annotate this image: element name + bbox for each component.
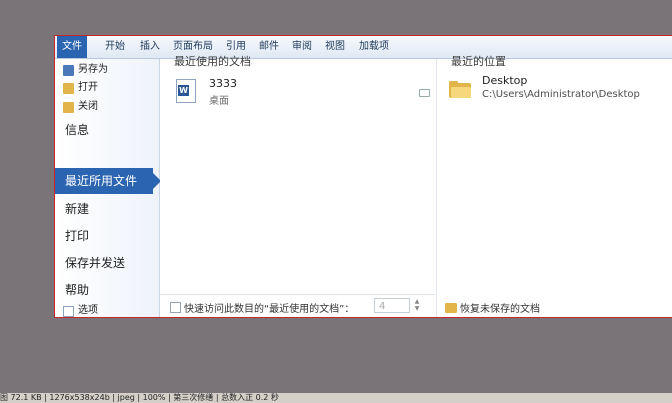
nav-new[interactable]: 新建 [65, 198, 89, 220]
tab-insert[interactable]: 插入 [134, 36, 166, 58]
nav-print[interactable]: 打印 [65, 225, 89, 247]
nav-save-send[interactable]: 保存并发送 [65, 252, 125, 274]
backstage-window: 文件 开始 插入 页面布局 引用 邮件 审阅 视图 加载项 另存为 打开 关闭 … [54, 35, 672, 318]
backstage-nav: 另存为 打开 关闭 信息 最近所用文件 新建 打印 保存并发送 帮助 选项 退出 [55, 59, 161, 317]
image-viewer-status-bar: 图 72.1 KB | 1276x538x24b | jpeg | 100% |… [0, 393, 672, 403]
recover-folder-icon [445, 302, 457, 313]
close-folder-icon [63, 101, 74, 113]
nav-open[interactable]: 打开 [63, 80, 98, 96]
place-path: C:\Users\Administrator\Desktop [482, 89, 640, 100]
pin-icon[interactable] [419, 89, 430, 97]
tab-home[interactable]: 开始 [99, 36, 131, 58]
tab-add-ins[interactable]: 加载项 [353, 36, 395, 58]
nav-close-label: 关闭 [78, 101, 98, 112]
nav-close[interactable]: 关闭 [63, 99, 98, 115]
recent-documents-title: 最近使用的文档 [174, 55, 251, 68]
quick-access-checkbox[interactable] [170, 302, 181, 313]
recover-unsaved-label: 恢复未保存的文档 [460, 304, 540, 315]
quick-access-label: 快速访问此数目的“最近使用的文档”： [184, 304, 355, 315]
nav-recent-label: 最近所用文件 [65, 174, 138, 188]
folder-icon [449, 81, 471, 98]
nav-recent[interactable]: 最近所用文件 [55, 168, 161, 194]
recent-places-panel: 最近的位置 Desktop C:\Users\Administrator\Des… [436, 55, 672, 317]
nav-save-as-label: 另存为 [78, 64, 108, 75]
quick-access-count-input[interactable]: 4 [374, 298, 410, 313]
nav-help[interactable]: 帮助 [65, 279, 89, 301]
recent-doc-item[interactable]: W 3333 桌面 [176, 77, 430, 111]
quick-access-spinner[interactable]: ▲ ▼ [412, 298, 422, 313]
open-folder-icon [63, 82, 74, 94]
recent-documents-panel: 最近使用的文档 W 3333 桌面 快速访问此数目的“最近使用的文档”： 4 ▲… [160, 55, 435, 317]
save-as-icon [63, 64, 74, 76]
tab-file[interactable]: 文件 [57, 36, 87, 58]
nav-options-label: 选项 [78, 305, 98, 316]
quick-access-bar: 快速访问此数目的“最近使用的文档”： 4 ▲ ▼ [160, 294, 435, 317]
tab-mailings[interactable]: 邮件 [253, 36, 285, 58]
nav-open-label: 打开 [78, 82, 98, 93]
recent-places-title: 最近的位置 [451, 55, 506, 68]
word-doc-icon: W [176, 79, 196, 103]
doc-location: 桌面 [209, 96, 229, 107]
place-name: Desktop [482, 74, 528, 87]
nav-save-as[interactable]: 另存为 [63, 62, 108, 78]
tab-view[interactable]: 视图 [319, 36, 351, 58]
nav-info[interactable]: 信息 [65, 119, 89, 141]
nav-options[interactable]: 选项 [63, 303, 98, 317]
options-icon [63, 305, 74, 317]
recover-unsaved-link[interactable]: 恢复未保存的文档 [445, 300, 540, 315]
doc-name: 3333 [209, 77, 237, 90]
tab-review[interactable]: 审阅 [286, 36, 318, 58]
ribbon-tabs: 文件 开始 插入 页面布局 引用 邮件 审阅 视图 加载项 [55, 36, 672, 59]
